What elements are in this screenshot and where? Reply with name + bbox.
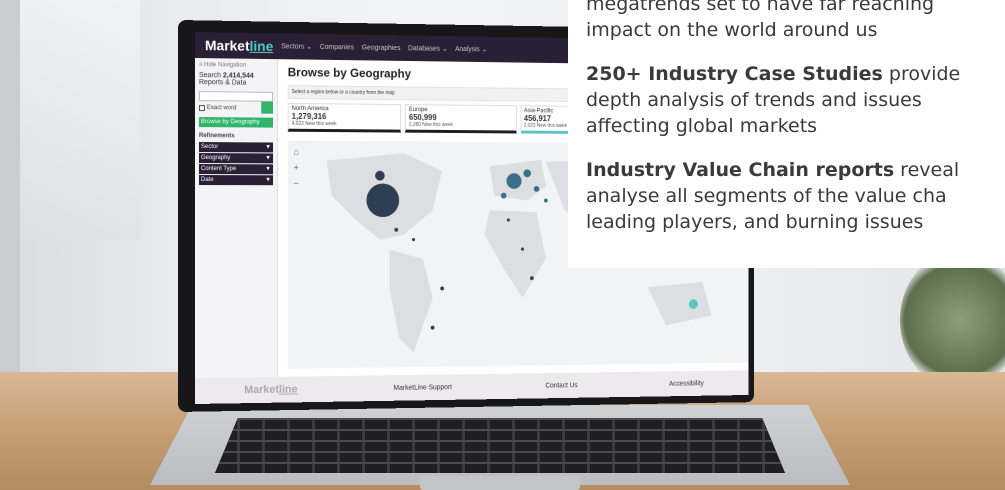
wall-edge [0, 0, 20, 372]
text-line: impact on the world around us [586, 17, 1005, 43]
text-fragment: provide [883, 63, 960, 85]
filter-icon: ▼ [265, 144, 271, 150]
keyboard [215, 418, 785, 473]
trackpad [420, 476, 580, 490]
filter-sector[interactable]: Sector ▼ [199, 142, 273, 152]
text-line: depth analysis of trends and issues [586, 87, 1005, 113]
nav-analysis[interactable]: Analysis ⌄ [455, 45, 487, 53]
window-left [20, 0, 140, 240]
plant [900, 250, 1005, 390]
feature-text-panel: megatrends set to have far reaching impa… [568, 0, 1005, 268]
australia-marker [689, 299, 698, 309]
text-line: Industry Value Chain reports reveal [586, 157, 1005, 183]
marketline-logo[interactable]: Marketline [205, 37, 273, 54]
value-chain-paragraph: Industry Value Chain reports reveal anal… [586, 157, 1005, 235]
filter-content-type[interactable]: Content Type ▼ [199, 164, 273, 174]
text-line: affecting global markets [586, 113, 1005, 139]
nav-databases[interactable]: Databases ⌄ [408, 44, 447, 52]
nav-geographies[interactable]: Geographies [362, 44, 401, 51]
refinements-heading: Refinements [199, 133, 273, 140]
text-line: analyse all segments of the value cha [586, 183, 1005, 209]
case-studies-paragraph: 250+ Industry Case Studies provide depth… [586, 61, 1005, 139]
nav-companies[interactable]: Companies [320, 43, 354, 50]
footer-support-link[interactable]: MarketLine Support [394, 384, 452, 392]
text-fragment: reveal [894, 159, 959, 181]
region-europe[interactable]: Europe 650,999 2,380 New this week [405, 104, 516, 133]
hide-navigation[interactable]: ≡ Hide Navigation [199, 62, 273, 69]
region-week: 4,022 New this week [292, 121, 398, 128]
nav-sectors[interactable]: Sectors ⌄ [281, 42, 312, 50]
filter-icon: ▼ [265, 177, 271, 183]
search-button[interactable] [261, 102, 273, 114]
text-line: leading players, and burning issues [586, 209, 1005, 235]
search-input[interactable] [199, 91, 273, 102]
filter-icon: ▼ [265, 166, 271, 172]
filter-icon: ▼ [265, 155, 271, 161]
browse-geography-button[interactable]: Browse by Geography [199, 117, 273, 128]
text-line: megatrends set to have far reaching [586, 0, 1005, 17]
value-chain-heading: Industry Value Chain reports [586, 159, 894, 181]
filter-date[interactable]: Date ▼ [199, 175, 273, 185]
footer-contact-link[interactable]: Contact Us [545, 382, 577, 389]
case-studies-heading: 250+ Industry Case Studies [586, 63, 883, 85]
region-week: 2,380 New this week [409, 122, 513, 129]
region-north-america[interactable]: North America 1,279,316 4,022 New this w… [288, 103, 402, 133]
footer-accessibility-link[interactable]: Accessibility [669, 380, 704, 387]
sidebar: ≡ Hide Navigation Search 2,414,544 Repor… [195, 58, 278, 378]
intro-paragraph: megatrends set to have far reaching impa… [586, 0, 1005, 43]
filter-geography[interactable]: Geography ▼ [199, 153, 273, 163]
text-line: 250+ Industry Case Studies provide [586, 61, 1005, 87]
search-sub: Reports & Data [199, 79, 273, 87]
footer-logo[interactable]: Marketline [244, 384, 297, 397]
